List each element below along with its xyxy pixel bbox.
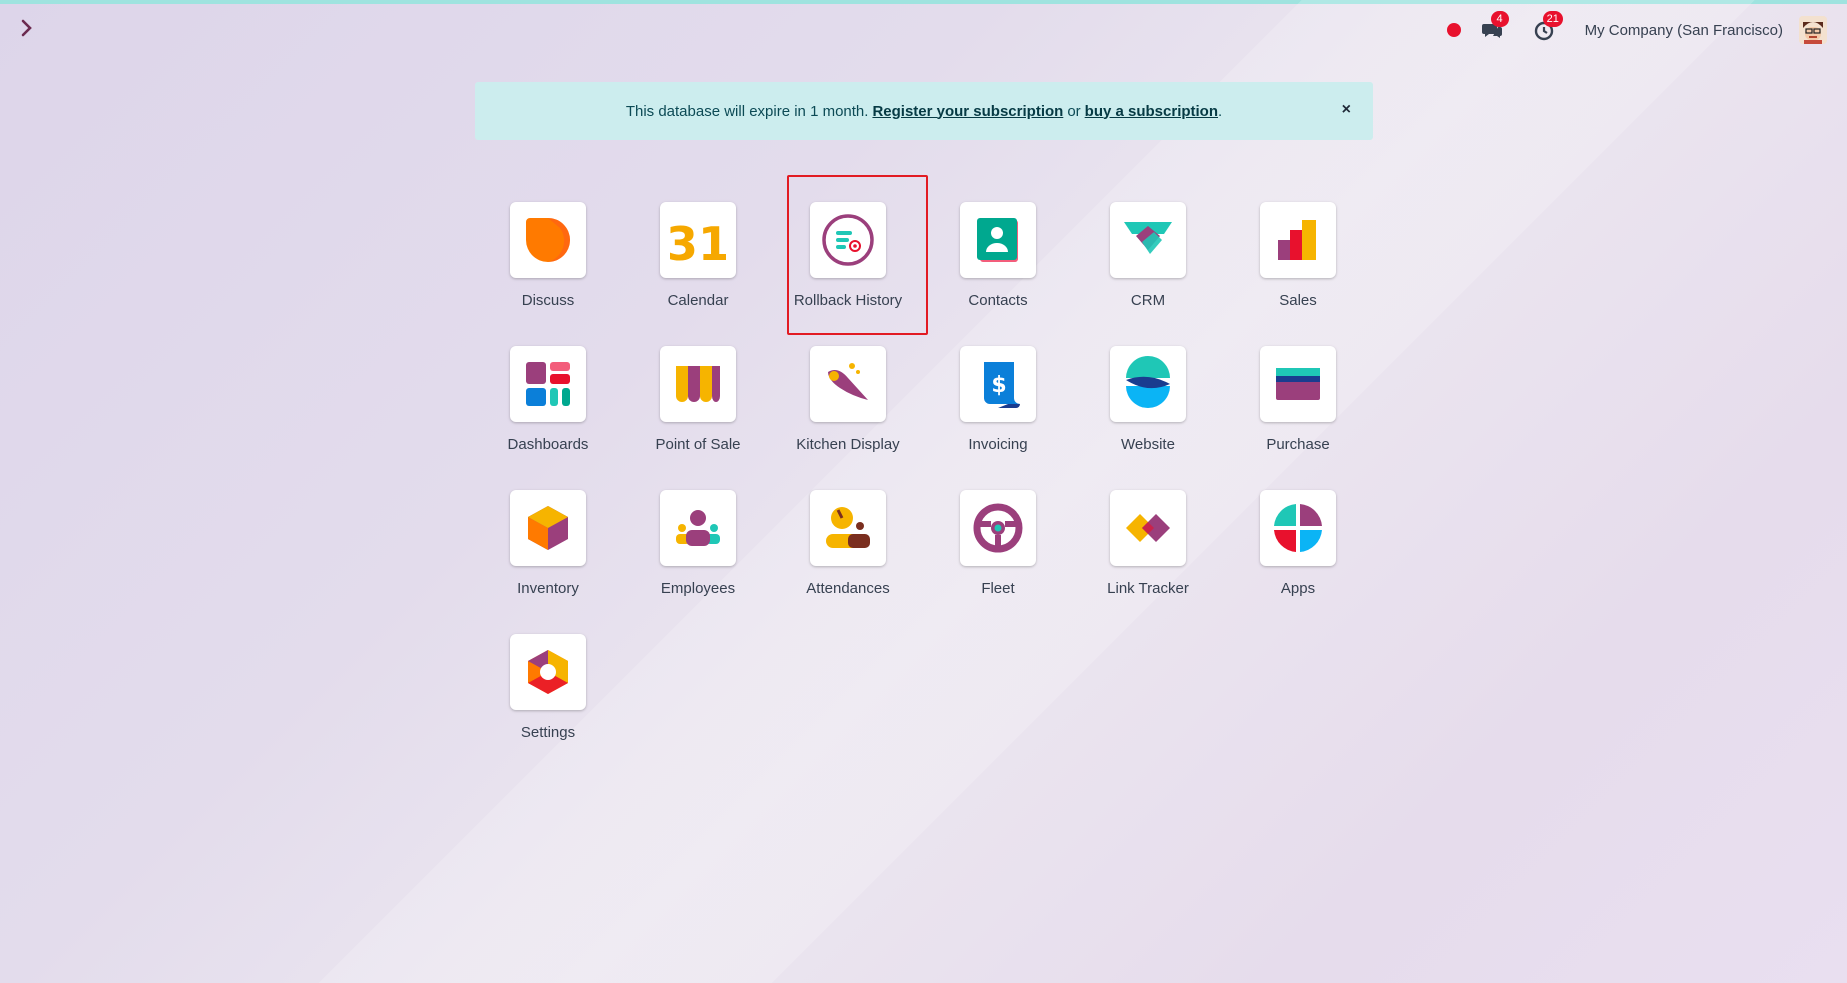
app-label: Kitchen Display bbox=[796, 436, 900, 453]
app-sales[interactable]: Sales bbox=[1223, 202, 1373, 332]
apps-icon bbox=[1274, 504, 1322, 552]
messages-badge: 4 bbox=[1490, 11, 1509, 27]
app-label: Attendances bbox=[806, 580, 890, 597]
app-dashboards[interactable]: Dashboards bbox=[473, 346, 623, 476]
app-label: Apps bbox=[1280, 580, 1316, 597]
employees-icon bbox=[676, 510, 720, 546]
activities-badge: 21 bbox=[1542, 11, 1563, 27]
app-label: CRM bbox=[1130, 292, 1166, 309]
close-icon[interactable]: × bbox=[1342, 101, 1351, 119]
app-crm[interactable]: CRM bbox=[1073, 202, 1223, 332]
app-settings[interactable]: Settings bbox=[473, 634, 623, 764]
app-point-of-sale[interactable]: Point of Sale bbox=[623, 346, 773, 476]
app-label: Calendar bbox=[667, 292, 729, 309]
app-link-tracker[interactable]: Link Tracker bbox=[1073, 490, 1223, 620]
app-label: Fleet bbox=[981, 580, 1015, 597]
banner-or-text: or bbox=[1067, 102, 1081, 120]
app-discuss[interactable]: Discuss bbox=[473, 202, 623, 332]
company-switcher[interactable]: My Company (San Francisco) bbox=[1585, 22, 1783, 39]
settings-icon bbox=[528, 650, 568, 694]
app-attendances[interactable]: Attendances bbox=[773, 490, 923, 620]
fleet-icon bbox=[973, 503, 1023, 553]
purchase-icon bbox=[1276, 368, 1320, 400]
kitchen-display-icon bbox=[828, 363, 868, 400]
invoicing-icon-text: $ bbox=[991, 373, 1006, 398]
calendar-icon: 31 bbox=[670, 217, 726, 268]
contacts-icon bbox=[977, 218, 1018, 262]
app-label: Settings bbox=[520, 724, 576, 741]
app-apps[interactable]: Apps bbox=[1223, 490, 1373, 620]
app-label: Discuss bbox=[521, 292, 575, 309]
subscription-banner: This database will expire in 1 month. Re… bbox=[475, 82, 1373, 140]
register-subscription-link[interactable]: Register your subscription bbox=[872, 103, 1063, 120]
app-inventory[interactable]: Inventory bbox=[473, 490, 623, 620]
invoicing-icon: $ bbox=[984, 362, 1020, 408]
app-label: Website bbox=[1121, 436, 1175, 453]
selection-highlight bbox=[787, 175, 928, 335]
messages-button[interactable]: 4 bbox=[1481, 11, 1509, 41]
app-label: Contacts bbox=[968, 292, 1028, 309]
app-label: Purchase bbox=[1266, 436, 1330, 453]
chevron-right-icon[interactable] bbox=[20, 18, 40, 40]
app-label: Employees bbox=[660, 580, 736, 597]
app-employees[interactable]: Employees bbox=[623, 490, 773, 620]
calendar-icon-text: 31 bbox=[670, 217, 726, 268]
app-fleet[interactable]: Fleet bbox=[923, 490, 1073, 620]
activities-button[interactable]: 21 bbox=[1533, 11, 1563, 41]
app-label: Inventory bbox=[517, 580, 579, 597]
point-of-sale-icon bbox=[676, 366, 720, 402]
navbar-systray: 4 21 My Company (San Francisco) bbox=[1446, 11, 1827, 46]
app-calendar[interactable]: 31 Calendar bbox=[623, 202, 773, 332]
dashboards-icon bbox=[526, 362, 570, 406]
app-kitchen-display[interactable]: Kitchen Display bbox=[773, 346, 923, 476]
app-label: Invoicing bbox=[968, 436, 1028, 453]
app-label: Dashboards bbox=[507, 436, 589, 453]
buy-subscription-link[interactable]: buy a subscription bbox=[1085, 103, 1218, 120]
inventory-icon bbox=[528, 506, 568, 550]
recording-indicator-icon[interactable] bbox=[1446, 23, 1461, 37]
app-label: Sales bbox=[1279, 292, 1317, 309]
attendances-icon bbox=[826, 507, 870, 548]
app-contacts[interactable]: Contacts bbox=[923, 202, 1073, 332]
app-label: Point of Sale bbox=[655, 436, 741, 453]
crm-icon bbox=[1124, 222, 1172, 254]
website-icon bbox=[1126, 356, 1170, 408]
app-website[interactable]: Website bbox=[1073, 346, 1223, 476]
user-avatar[interactable] bbox=[1799, 16, 1827, 44]
banner-period: . bbox=[1218, 102, 1223, 120]
app-purchase[interactable]: Purchase bbox=[1223, 346, 1373, 476]
app-label: Link Tracker bbox=[1107, 580, 1189, 597]
sales-icon bbox=[1278, 220, 1316, 260]
app-invoicing[interactable]: $ Invoicing bbox=[923, 346, 1073, 476]
link-tracker-icon bbox=[1126, 514, 1170, 542]
discuss-icon bbox=[526, 218, 570, 262]
banner-message: This database will expire in 1 month. bbox=[625, 102, 869, 120]
